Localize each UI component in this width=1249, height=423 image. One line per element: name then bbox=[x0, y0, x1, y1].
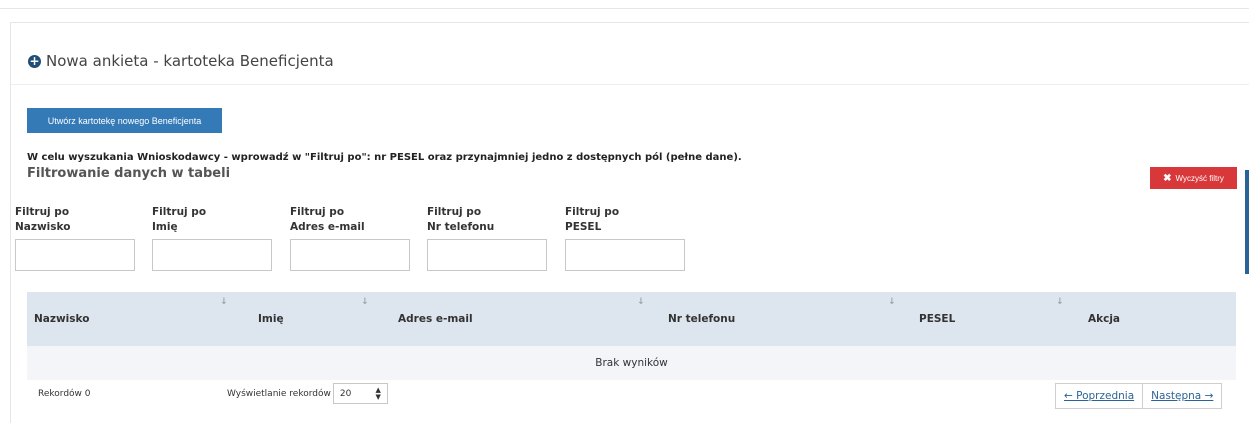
table-header-row: Nazwisko ↓↑ Imię ↓↑ Adres e-mail ↓↑ Nr t… bbox=[27, 292, 1236, 346]
filter-email-input[interactable] bbox=[290, 239, 410, 271]
record-count: Rekordów 0 bbox=[38, 389, 91, 399]
column-label: Nazwisko bbox=[34, 313, 90, 325]
filter-pesel: Filtruj po PESEL bbox=[565, 205, 685, 271]
empty-results-cell: Brak wyników bbox=[27, 346, 1236, 380]
column-header-akcja: Akcja bbox=[1062, 292, 1236, 346]
column-header-nazwisko[interactable]: Nazwisko ↓↑ bbox=[27, 292, 234, 346]
filter-phone: Filtruj po Nr telefonu bbox=[427, 205, 547, 271]
filter-prefix-label: Filtruj po bbox=[565, 206, 620, 218]
filter-field-label: Imię bbox=[152, 221, 178, 233]
column-label: Akcja bbox=[1088, 313, 1121, 325]
filter-field-label: Nazwisko bbox=[15, 221, 71, 233]
search-instructions: W celu wyszukania Wnioskodawcy - wprowad… bbox=[27, 152, 742, 163]
column-header-phone[interactable]: Nr telefonu ↓↑ bbox=[644, 292, 902, 346]
filter-imie: Filtruj po Imię bbox=[152, 205, 272, 271]
column-header-imie[interactable]: Imię ↓↑ bbox=[227, 292, 375, 346]
column-header-pesel[interactable]: PESEL ↓↑ bbox=[896, 292, 1070, 346]
pagination: ← Poprzednia Następna → bbox=[1055, 383, 1223, 409]
column-label: PESEL bbox=[919, 313, 956, 325]
filter-field-label: Adres e-mail bbox=[290, 221, 365, 233]
filter-imie-input[interactable] bbox=[152, 239, 272, 271]
plus-circle-icon: + bbox=[28, 53, 41, 68]
filter-nazwisko: Filtruj po Nazwisko bbox=[15, 205, 135, 271]
panel-header: + Nowa ankieta - kartoteka Beneficjenta bbox=[28, 52, 334, 70]
filter-prefix-label: Filtruj po bbox=[152, 206, 207, 218]
filter-field-label: PESEL bbox=[565, 221, 602, 233]
top-divider bbox=[0, 8, 1249, 9]
filter-section-title: Filtrowanie danych w tabeli bbox=[27, 166, 231, 181]
column-label: Adres e-mail bbox=[398, 313, 473, 325]
page-size-select[interactable]: 20 ▲ ▼ bbox=[332, 383, 388, 404]
filter-email: Filtruj po Adres e-mail bbox=[290, 205, 410, 271]
filter-nazwisko-input[interactable] bbox=[15, 239, 135, 271]
filter-prefix-label: Filtruj po bbox=[427, 206, 482, 218]
page-size-value: 20 bbox=[339, 388, 352, 399]
sort-arrows-icon: ▲ ▼ bbox=[375, 385, 381, 401]
column-label: Imię bbox=[258, 313, 284, 325]
column-label: Nr telefonu bbox=[668, 313, 736, 325]
previous-page-link[interactable]: ← Poprzednia bbox=[1056, 384, 1142, 408]
filter-pesel-input[interactable] bbox=[565, 239, 685, 271]
close-icon: ✖ bbox=[1163, 172, 1172, 184]
filter-prefix-label: Filtruj po bbox=[290, 206, 345, 218]
page-size-control: Wyświetlanie rekordów 20 ▲ ▼ bbox=[227, 383, 388, 404]
create-beneficiary-button[interactable]: Utwórz kartotekę nowego Beneficjenta bbox=[27, 108, 222, 133]
column-header-email[interactable]: Adres e-mail ↓↑ bbox=[369, 292, 651, 346]
side-scroll-tab[interactable] bbox=[1245, 170, 1249, 274]
filter-phone-input[interactable] bbox=[427, 239, 547, 271]
page-size-label: Wyświetlanie rekordów bbox=[227, 388, 331, 399]
results-table: Nazwisko ↓↑ Imię ↓↑ Adres e-mail ↓↑ Nr t… bbox=[27, 292, 1236, 380]
panel-title: Nowa ankieta - kartoteka Beneficjenta bbox=[46, 52, 334, 70]
table-row: Brak wyników bbox=[27, 346, 1236, 380]
header-divider bbox=[11, 84, 1249, 85]
clear-filters-label: Wyczyść filtry bbox=[1175, 173, 1224, 183]
next-page-link[interactable]: Następna → bbox=[1142, 384, 1221, 408]
filter-field-label: Nr telefonu bbox=[427, 221, 495, 233]
filter-prefix-label: Filtruj po bbox=[15, 206, 70, 218]
clear-filters-button[interactable]: ✖ Wyczyść filtry bbox=[1150, 167, 1237, 189]
